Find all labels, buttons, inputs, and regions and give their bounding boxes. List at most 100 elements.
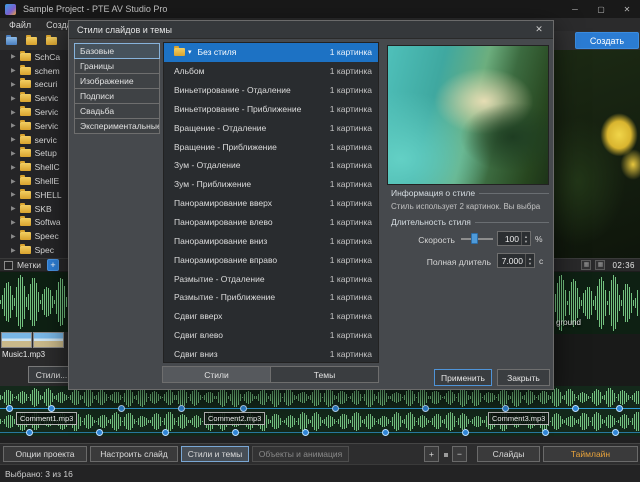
tree-item[interactable]: ▶Servic: [0, 119, 68, 133]
envelope-point[interactable]: [240, 405, 247, 412]
tree-item[interactable]: ▶securi: [0, 78, 68, 92]
tree-item[interactable]: ▶servic: [0, 133, 68, 147]
waveform-left[interactable]: [0, 272, 68, 332]
envelope-point[interactable]: [178, 405, 185, 412]
slides-view-button[interactable]: Слайды: [477, 446, 540, 462]
envelope-point[interactable]: [612, 429, 619, 436]
envelope-point[interactable]: [616, 405, 623, 412]
style-row[interactable]: ▾Без стиля1 картинка: [164, 43, 378, 62]
envelope-point[interactable]: [462, 429, 469, 436]
audio-track-1[interactable]: [0, 387, 640, 408]
styles-themes-button[interactable]: Стили и темы: [181, 446, 249, 462]
expand-icon[interactable]: ▶: [11, 191, 16, 198]
expand-icon[interactable]: ▶: [11, 247, 16, 254]
style-row[interactable]: Панорамирование вниз1 картинка: [164, 231, 378, 250]
project-options-button[interactable]: Опции проекта: [3, 446, 87, 462]
tree-item[interactable]: ▶ShellC: [0, 160, 68, 174]
envelope-point[interactable]: [162, 429, 169, 436]
minimize-icon[interactable]: ─: [562, 0, 588, 18]
style-row[interactable]: Сдвиг вверх1 картинка: [164, 307, 378, 326]
configure-slide-button[interactable]: Настроить слайд: [90, 446, 178, 462]
envelope-point[interactable]: [572, 405, 579, 412]
envelope-point[interactable]: [6, 405, 13, 412]
comment-clip[interactable]: Comment1.mp3: [16, 412, 77, 425]
envelope-point[interactable]: [332, 405, 339, 412]
slide-thumbnail[interactable]: [33, 332, 64, 348]
expand-icon[interactable]: ▶: [11, 178, 16, 185]
style-row[interactable]: Размытие - Приближение1 картинка: [164, 288, 378, 307]
envelope-point[interactable]: [542, 429, 549, 436]
expand-icon[interactable]: ▶: [11, 109, 16, 116]
grid-view-icon[interactable]: ▦: [581, 260, 591, 270]
expand-icon[interactable]: ▶: [11, 67, 16, 74]
dialog-close-icon[interactable]: ✕: [525, 21, 553, 39]
expand-icon[interactable]: ▶: [11, 164, 16, 171]
style-row[interactable]: Сдвиг влево1 картинка: [164, 326, 378, 345]
envelope-point[interactable]: [118, 405, 125, 412]
expand-icon[interactable]: ▶: [11, 53, 16, 60]
comment-clip[interactable]: Comment2.mp3: [204, 412, 265, 425]
style-row[interactable]: Вращение - Приближение1 картинка: [164, 137, 378, 156]
menu-item[interactable]: Файл: [9, 20, 31, 30]
tree-item[interactable]: ▶schem: [0, 64, 68, 78]
spinner-arrows-icon[interactable]: ▲▼: [521, 232, 530, 245]
category-item[interactable]: Подписи: [74, 88, 160, 104]
expand-icon[interactable]: ▶: [11, 219, 16, 226]
envelope-point[interactable]: [232, 429, 239, 436]
maximize-icon[interactable]: ▢: [588, 0, 614, 18]
style-row[interactable]: Зум - Приближение1 картинка: [164, 175, 378, 194]
category-item[interactable]: Границы: [74, 58, 160, 74]
audio-band[interactable]: Comment1.mp3 Comment2.mp3 Comment3.mp3: [0, 386, 640, 436]
tree-item[interactable]: ▶Servic: [0, 91, 68, 105]
style-row[interactable]: Панорамирование вправо1 картинка: [164, 250, 378, 269]
tree-item[interactable]: ▶Setup: [0, 147, 68, 161]
style-row[interactable]: Размытие - Отдаление1 картинка: [164, 269, 378, 288]
style-row[interactable]: Виньетирование - Отдаление1 картинка: [164, 81, 378, 100]
style-row[interactable]: Сдвиг вниз1 картинка: [164, 345, 378, 364]
close-button[interactable]: Закрыть: [497, 369, 550, 386]
style-row[interactable]: Вращение - Отдаление1 картинка: [164, 118, 378, 137]
timeline-view-button[interactable]: Таймлайн: [543, 446, 638, 462]
close-icon[interactable]: ✕: [614, 0, 640, 18]
tab-styles[interactable]: Стили: [162, 366, 271, 383]
style-row[interactable]: Панорамирование влево1 картинка: [164, 213, 378, 232]
zoom-in-button[interactable]: +: [424, 446, 439, 462]
folder-icon[interactable]: [46, 37, 57, 45]
speed-slider[interactable]: [461, 232, 493, 246]
category-item[interactable]: Изображение: [74, 73, 160, 89]
slider-handle[interactable]: [471, 233, 478, 244]
folder-icon[interactable]: [26, 37, 37, 45]
marks-checkbox[interactable]: [4, 261, 13, 270]
style-row[interactable]: Зум - Отдаление1 картинка: [164, 156, 378, 175]
envelope-point[interactable]: [502, 405, 509, 412]
envelope-point[interactable]: [96, 429, 103, 436]
apply-button[interactable]: Применить: [434, 369, 492, 386]
tree-item[interactable]: ▶SHELL: [0, 188, 68, 202]
spinner-arrows-icon[interactable]: ▲▼: [525, 254, 534, 267]
duration-spinbox[interactable]: 7.000 ▲▼: [497, 253, 535, 268]
tree-item[interactable]: ▶Servic: [0, 105, 68, 119]
create-button[interactable]: Создать: [575, 32, 639, 49]
style-row[interactable]: Виньетирование - Приближение1 картинка: [164, 100, 378, 119]
envelope-point[interactable]: [26, 429, 33, 436]
open-folder-icon[interactable]: [6, 37, 17, 45]
envelope-point[interactable]: [382, 429, 389, 436]
speed-spinbox[interactable]: 100 ▲▼: [497, 231, 531, 246]
tree-item[interactable]: ▶Speec: [0, 229, 68, 243]
style-row[interactable]: Альбом1 картинка: [164, 62, 378, 81]
slide-thumbnail[interactable]: [1, 332, 32, 348]
tab-themes[interactable]: Темы: [270, 366, 379, 383]
envelope-point[interactable]: [48, 405, 55, 412]
expand-icon[interactable]: ▶: [11, 136, 16, 143]
tree-item[interactable]: ▶ShellE: [0, 174, 68, 188]
add-mark-button[interactable]: +: [47, 259, 59, 271]
envelope-point[interactable]: [302, 429, 309, 436]
tree-item[interactable]: ▶Softwa: [0, 216, 68, 230]
envelope-point[interactable]: [422, 405, 429, 412]
comment-clip[interactable]: Comment3.mp3: [488, 412, 549, 425]
style-row[interactable]: Панорамирование вверх1 картинка: [164, 194, 378, 213]
expand-icon[interactable]: ▶: [11, 233, 16, 240]
tree-item[interactable]: ▶SchCa: [0, 50, 68, 64]
expand-icon[interactable]: ▶: [11, 122, 16, 129]
expand-icon[interactable]: ▶: [11, 81, 16, 88]
